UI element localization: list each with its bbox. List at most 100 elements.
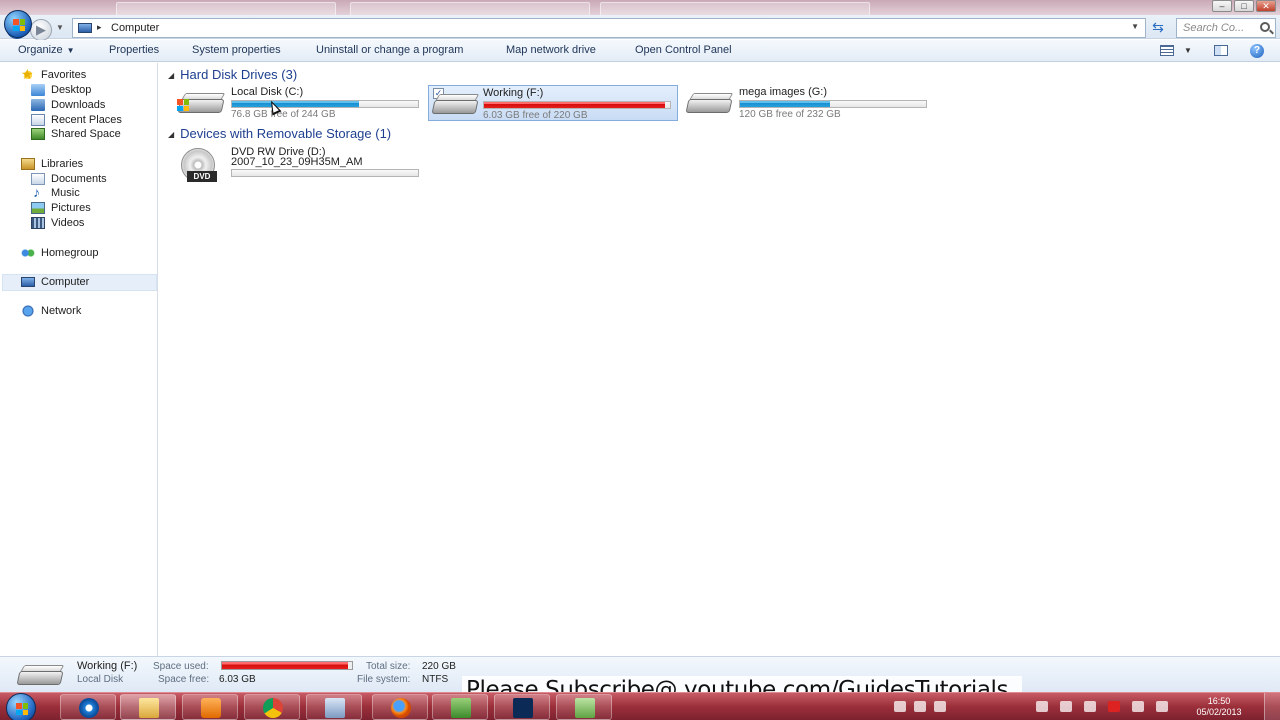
drive-name: mega images (G:) [739, 86, 828, 98]
sidebar-item-computer[interactable]: Computer [2, 274, 157, 291]
drive-tile-g[interactable]: mega images (G:) 120 GB free of 232 GB [685, 85, 935, 121]
hard-drive-icon [177, 93, 226, 115]
maximize-button[interactable]: □ [1234, 0, 1254, 12]
chevron-down-icon: ▼ [66, 46, 75, 55]
preview-pane-icon[interactable] [1214, 45, 1228, 56]
app-icon [451, 698, 471, 718]
uninstall-program-button[interactable]: Uninstall or change a program [316, 44, 463, 56]
show-desktop-button[interactable] [1264, 693, 1280, 720]
windows-logo-icon [177, 99, 189, 111]
chrome-icon [263, 698, 283, 718]
search-icon[interactable] [1260, 22, 1270, 32]
taskbar-firefox[interactable] [372, 694, 428, 720]
videos-icon [31, 217, 45, 229]
taskbar-app-2[interactable] [556, 694, 612, 720]
organize-menu[interactable]: Organize ▼ [18, 44, 75, 56]
recent-pages-dropdown-icon[interactable]: ▼ [56, 23, 64, 32]
taskbar-clock[interactable]: 16:50 05/02/2013 [1188, 696, 1250, 718]
media-player-icon [201, 698, 221, 718]
sidebar-item-homegroup[interactable]: Homegroup [21, 246, 151, 262]
address-box[interactable]: ▸ Computer ▼ [72, 18, 1146, 38]
total-size-value: 220 GB [422, 661, 456, 672]
network-icon [21, 305, 35, 317]
breadcrumb-chevron-icon[interactable]: ▸ [97, 22, 102, 33]
calculator-icon [325, 698, 345, 718]
drive-name: Working (F:) [483, 87, 544, 99]
star-icon [21, 66, 35, 83]
sidebar-item-music[interactable]: Music [31, 184, 151, 202]
sidebar-item-label: Shared Space [51, 128, 121, 140]
group-header-label: Devices with Removable Storage (1) [180, 126, 392, 141]
sidebar-item-shared-space[interactable]: Shared Space [31, 127, 151, 143]
libraries-icon [21, 158, 35, 170]
network-tray-icon[interactable] [1132, 701, 1144, 712]
taskbar-app[interactable] [432, 694, 488, 720]
taskbar-internet-explorer[interactable] [60, 694, 116, 720]
sidebar-item-label: Music [51, 187, 80, 199]
action-center-flag-icon[interactable] [1036, 701, 1048, 712]
sidebar-item-desktop[interactable]: Desktop [31, 83, 151, 99]
dvd-badge: DVD [187, 171, 217, 182]
address-dropdown-icon[interactable]: ▼ [1131, 22, 1139, 31]
security-icon[interactable] [1108, 701, 1120, 712]
tray-icon[interactable] [1084, 701, 1096, 712]
sidebar-item-downloads[interactable]: Downloads [31, 98, 151, 114]
sidebar-item-libraries[interactable]: Libraries [21, 157, 151, 173]
drive-tile-f[interactable]: ✓ Working (F:) 6.03 GB free of 220 GB [428, 85, 678, 121]
breadcrumb-computer[interactable]: Computer [111, 22, 159, 34]
hard-drive-icon [431, 94, 480, 116]
system-properties-button[interactable]: System properties [192, 44, 281, 56]
details-drive-name: Working (F:) [77, 660, 138, 672]
forward-button[interactable]: ▶ [30, 19, 52, 41]
volume-icon[interactable] [1156, 701, 1168, 712]
view-options-dropdown-icon[interactable]: ▼ [1184, 46, 1192, 55]
taskbar: 16:50 05/02/2013 [0, 692, 1280, 720]
tray-icon[interactable] [934, 701, 946, 712]
background-tab [116, 2, 336, 16]
computer-icon [21, 277, 35, 287]
tray-icon[interactable] [1060, 701, 1072, 712]
collapse-triangle-icon[interactable]: ◢ [168, 71, 174, 80]
tray-icon[interactable] [914, 701, 926, 712]
open-control-panel-button[interactable]: Open Control Panel [635, 44, 732, 56]
sidebar-item-favorites[interactable]: Favorites [21, 66, 151, 84]
clock-date: 05/02/2013 [1196, 707, 1242, 717]
search-input[interactable] [1183, 22, 1253, 34]
space-used-label: Space used: [153, 661, 209, 672]
taskbar-calculator[interactable] [306, 694, 362, 720]
change-view-icon[interactable] [1160, 45, 1174, 56]
clock-time: 16:50 [1207, 696, 1231, 706]
tray-icon[interactable] [894, 701, 906, 712]
collapse-triangle-icon[interactable]: ◢ [168, 130, 174, 139]
drive-tile-c[interactable]: Local Disk (C:) 76.8 GB free of 244 GB [177, 85, 427, 121]
search-box[interactable] [1176, 18, 1276, 38]
dvd-volume-label: 2007_10_23_09H35M_AM [231, 156, 363, 168]
sidebar-item-pictures[interactable]: Pictures [31, 201, 151, 217]
pictures-icon [31, 202, 45, 214]
details-usage-fill [222, 662, 349, 669]
start-button[interactable] [6, 693, 36, 720]
navigation-pane: Favorites Desktop Downloads Recent Place… [0, 63, 158, 656]
map-network-drive-button[interactable]: Map network drive [506, 44, 596, 56]
hard-disk-drives-group-header[interactable]: ◢ Hard Disk Drives (3) [168, 67, 297, 82]
taskbar-photoshop[interactable] [494, 694, 550, 720]
taskbar-windows-explorer[interactable] [120, 694, 176, 720]
removable-storage-group-header[interactable]: ◢ Devices with Removable Storage (1) [168, 126, 391, 141]
properties-button[interactable]: Properties [109, 44, 159, 56]
sidebar-item-label: Libraries [41, 158, 84, 170]
help-icon[interactable]: ? [1250, 44, 1264, 58]
minimize-button[interactable]: – [1212, 0, 1232, 12]
refresh-icon[interactable]: ⇆ [1148, 19, 1168, 37]
sidebar-item-label: Homegroup [41, 247, 99, 259]
shared-space-icon [31, 128, 45, 140]
drive-usage-bar [231, 100, 419, 108]
taskbar-media-player[interactable] [182, 694, 238, 720]
windows-orb-icon[interactable] [4, 10, 32, 38]
sidebar-item-videos[interactable]: Videos [31, 216, 151, 232]
taskbar-chrome[interactable] [244, 694, 300, 720]
drive-tile-dvd[interactable]: DVD DVD RW Drive (D:) 2007_10_23_09H35M_… [177, 144, 427, 184]
sidebar-item-network[interactable]: Network [21, 304, 151, 320]
close-button[interactable]: ✕ [1256, 0, 1276, 12]
computer-icon [78, 23, 92, 33]
downloads-folder-icon [31, 99, 45, 111]
